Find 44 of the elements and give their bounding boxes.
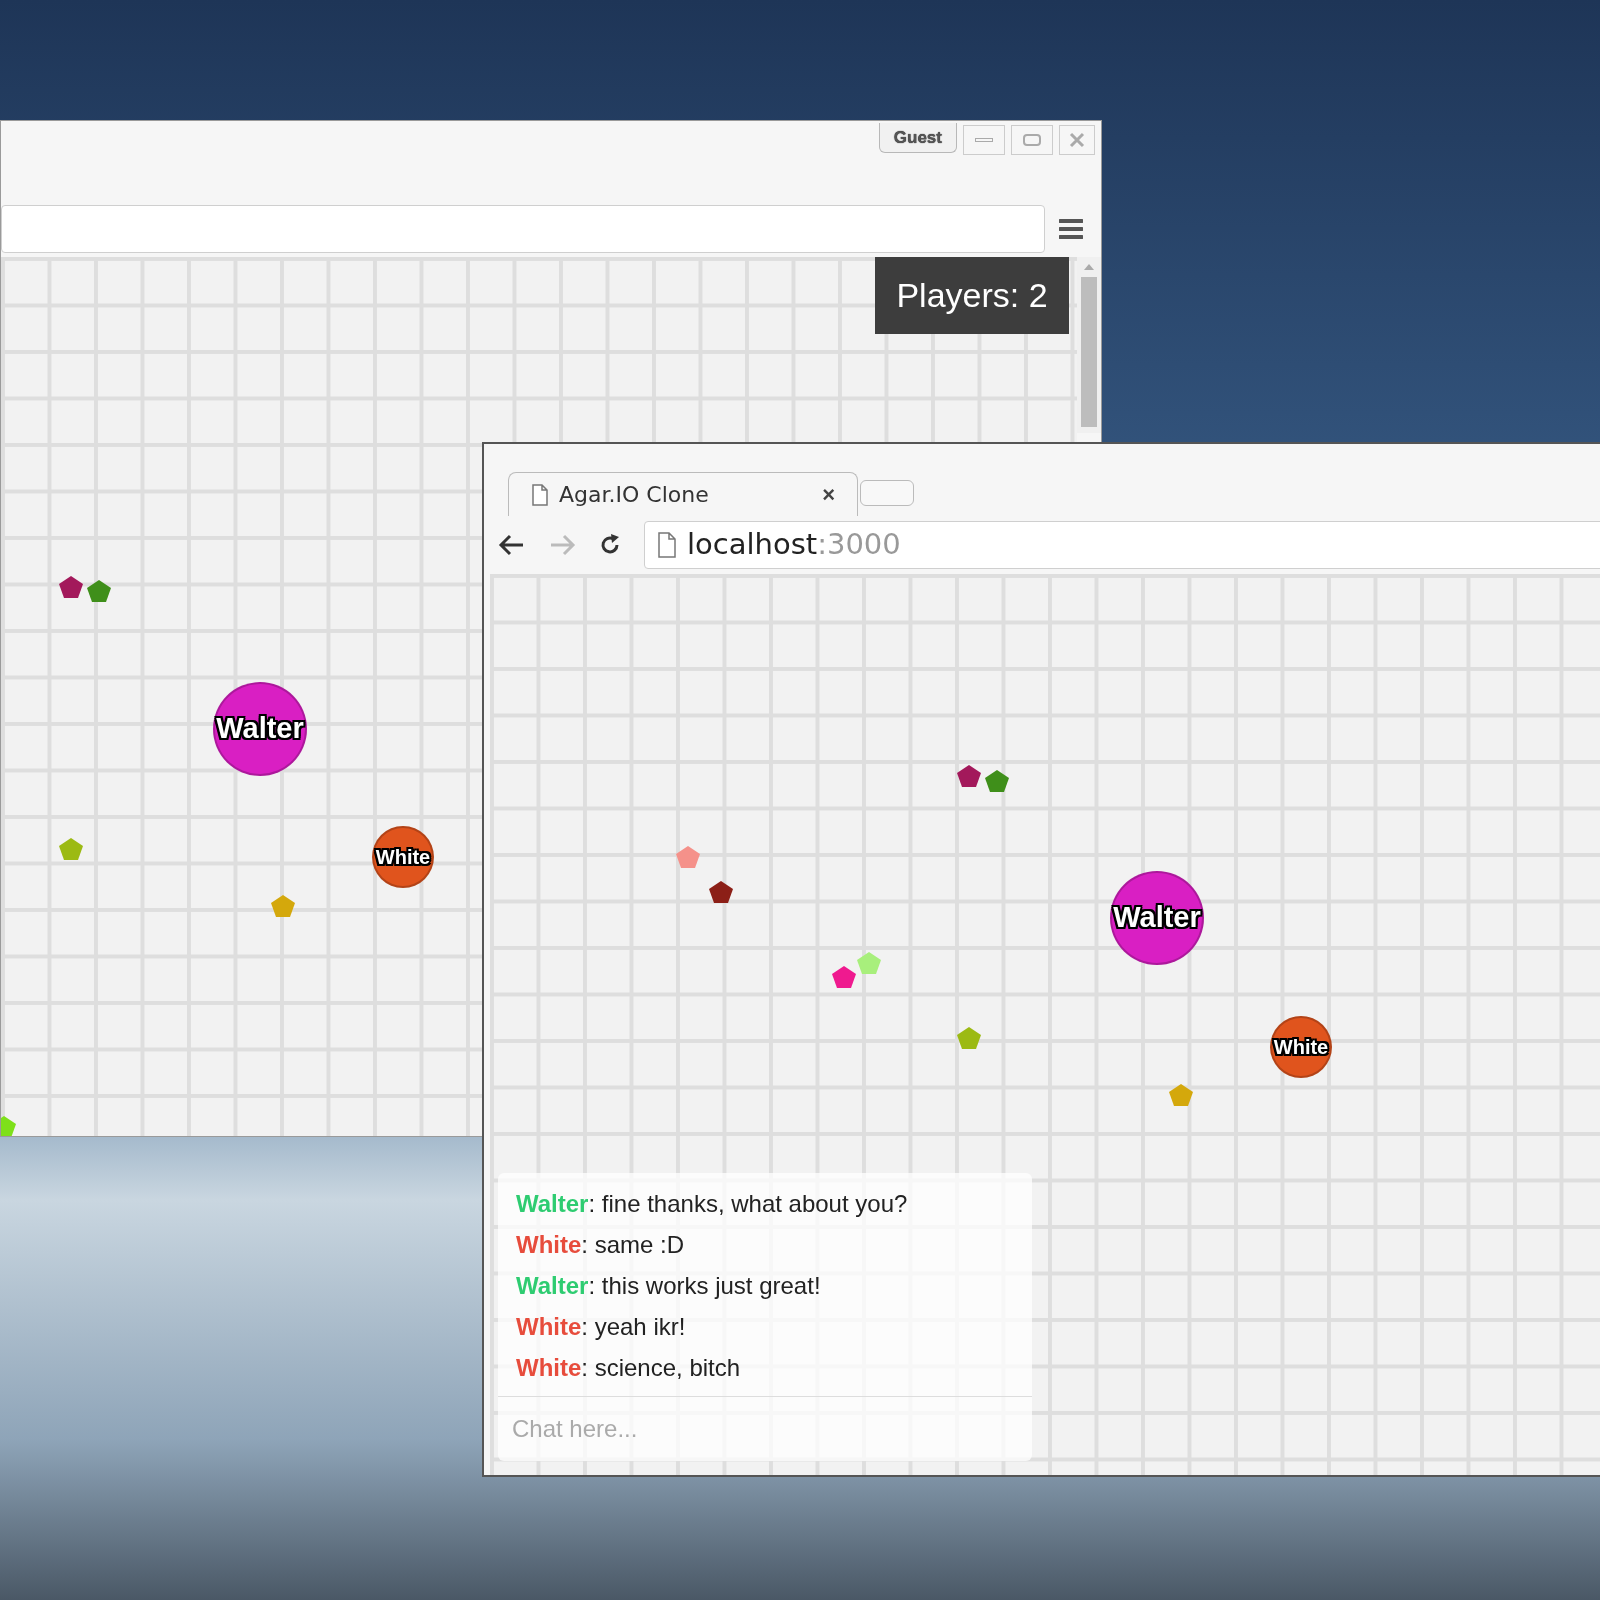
close-icon (1068, 131, 1086, 149)
food-pellet-icon (708, 880, 734, 904)
maximize-button[interactable] (1011, 125, 1053, 155)
tab-close-button[interactable]: × (822, 478, 835, 511)
back-arrow-icon[interactable] (498, 533, 526, 557)
address-field[interactable] (1, 205, 1045, 253)
chat-message: White: science, bitch (516, 1353, 742, 1382)
food-pellet-icon (956, 1026, 982, 1050)
maximize-icon (1023, 134, 1041, 146)
player-name: Walter (216, 711, 304, 747)
scroll-up-icon[interactable] (1083, 263, 1095, 271)
food-pellet-icon (58, 575, 84, 599)
scrollbar[interactable] (1077, 257, 1101, 433)
address-field[interactable]: localhost:3000 (644, 521, 1600, 569)
close-button[interactable] (1059, 125, 1095, 155)
food-pellet-icon (956, 764, 982, 788)
players-counter: Players: 2 (875, 257, 1069, 334)
chat-message: Walter: fine thanks, what about you? (516, 1189, 909, 1218)
food-pellet-icon (984, 769, 1010, 793)
tab-title: Agar.IO Clone (559, 481, 710, 509)
food-pellet-icon (86, 579, 112, 603)
player-name: White (1273, 1035, 1329, 1060)
browser-tab[interactable]: Agar.IO Clone × (508, 472, 858, 516)
minimize-button[interactable] (963, 125, 1005, 155)
chat-message: Walter: this works just great! (516, 1271, 822, 1300)
player-name: Walter (1113, 900, 1201, 936)
chat-message: White: same :D (516, 1230, 686, 1259)
profile-button[interactable]: Guest (878, 123, 957, 153)
food-pellet-icon (58, 837, 84, 861)
food-pellet-icon (856, 951, 882, 975)
food-pellet-icon (1168, 1083, 1194, 1107)
url-text: localhost:3000 (687, 526, 901, 564)
document-icon (657, 532, 677, 558)
menu-icon[interactable] (1059, 218, 1083, 240)
food-pellet-icon (831, 965, 857, 989)
new-tab-button[interactable] (860, 480, 914, 506)
scrollbar-thumb[interactable] (1081, 277, 1097, 427)
player-name: White (375, 845, 431, 870)
food-pellet-icon (270, 894, 296, 918)
chat-input[interactable]: Chat here... (498, 1396, 1032, 1461)
food-pellet-icon (675, 845, 701, 869)
chat-message: White: yeah ikr! (516, 1312, 687, 1341)
minimize-icon (975, 138, 993, 142)
document-icon (531, 483, 549, 506)
